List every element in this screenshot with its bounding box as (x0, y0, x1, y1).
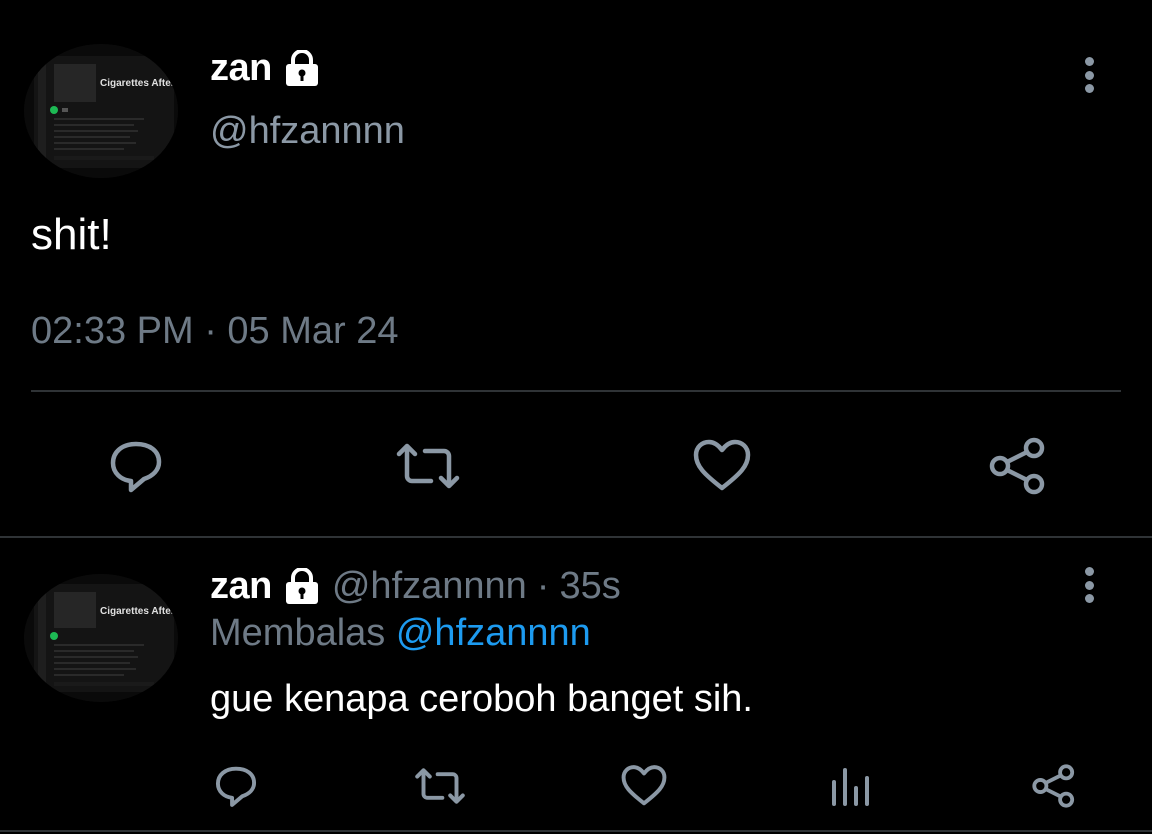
divider (0, 536, 1152, 538)
views-icon (832, 768, 869, 806)
like-icon (621, 765, 667, 806)
display-name[interactable]: zan (210, 47, 272, 90)
avatar-caption: Cigarettes After Sex (100, 78, 178, 89)
share-button[interactable] (982, 434, 1054, 498)
more-vertical-icon[interactable] (1074, 563, 1104, 607)
author-handle[interactable]: @hfzannnn (210, 110, 405, 153)
main-tweet: Cigarettes After Sex zan @hfzannnn shit! (0, 0, 1152, 534)
author-row: zan (210, 44, 322, 92)
tweet-text: gue kenapa ceroboh banget sih. (210, 678, 753, 720)
avatar-image: Cigarettes After Sex (24, 574, 178, 702)
avatar-image: Cigarettes After Sex (24, 44, 178, 178)
retweet-button[interactable] (408, 758, 472, 814)
like-button[interactable] (612, 758, 676, 814)
replying-to: Membalas @hfzannnn (210, 612, 591, 655)
retweet-icon (415, 768, 465, 804)
author-row: zan @hfzannnn · 35s (210, 562, 621, 610)
replying-to-label: Membalas (210, 612, 386, 654)
like-button[interactable] (686, 434, 758, 498)
reply-icon (215, 766, 257, 807)
reply-button[interactable] (204, 758, 268, 814)
retweet-button[interactable] (392, 434, 464, 498)
lock-icon (282, 49, 322, 86)
tweet-text: shit! (31, 210, 112, 259)
lock-icon (282, 567, 322, 604)
avatar[interactable]: Cigarettes After Sex (24, 574, 178, 702)
like-icon (693, 439, 751, 491)
tweet-timestamp[interactable]: 02:33 PM · 05 Mar 24 (31, 310, 399, 353)
tweet-age[interactable]: 35s (559, 565, 620, 608)
reply-button[interactable] (100, 434, 172, 498)
views-button[interactable] (818, 758, 882, 814)
retweet-icon (396, 443, 460, 489)
share-button[interactable] (1022, 758, 1086, 814)
separator: · (536, 564, 550, 607)
author-handle[interactable]: @hfzannnn (332, 565, 527, 608)
divider (31, 390, 1121, 392)
divider (0, 830, 1152, 832)
display-name[interactable]: zan (210, 565, 272, 608)
share-icon (1032, 764, 1075, 808)
replying-to-mention[interactable]: @hfzannnn (396, 612, 591, 654)
reply-icon (110, 441, 162, 493)
more-vertical-icon[interactable] (1074, 53, 1104, 97)
avatar[interactable]: Cigarettes After Sex (24, 44, 178, 178)
share-icon (989, 437, 1045, 495)
avatar-caption: Cigarettes After Sex (100, 606, 178, 617)
